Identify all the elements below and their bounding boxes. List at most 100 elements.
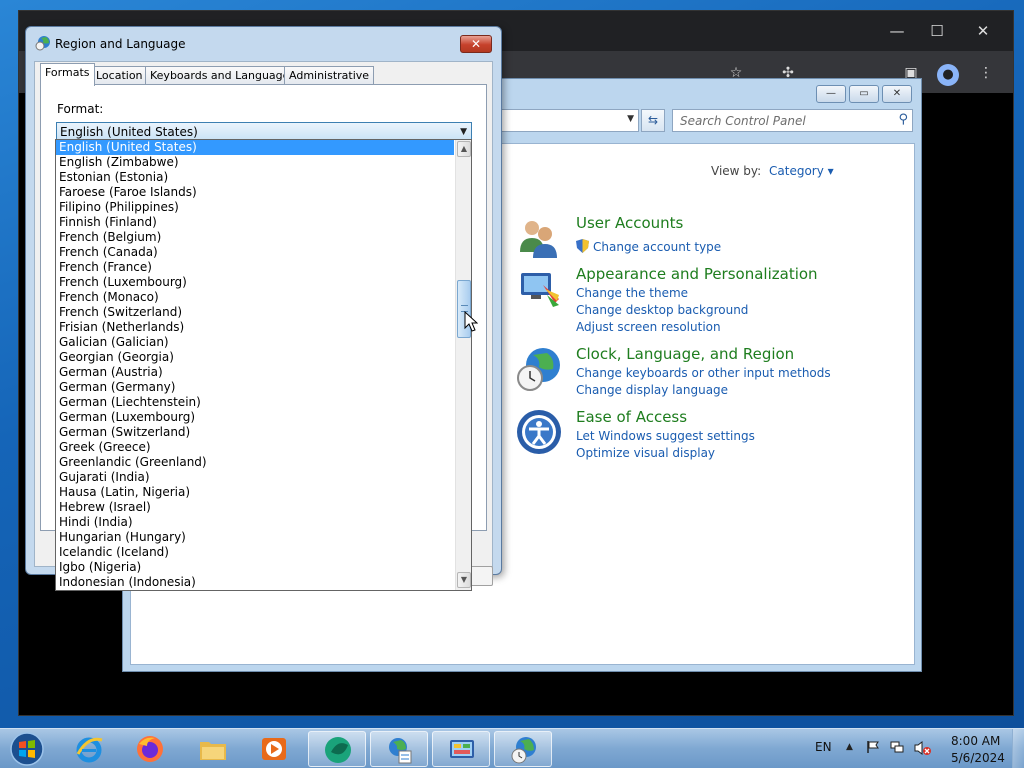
dropdown-item[interactable]: Hausa (Latin, Nigeria) bbox=[56, 485, 454, 500]
show-desktop-button[interactable] bbox=[1012, 729, 1024, 768]
dropdown-item[interactable]: Greek (Greece) bbox=[56, 440, 454, 455]
show-hidden-icons-icon[interactable]: ▲ bbox=[846, 742, 853, 752]
dropdown-item[interactable]: German (Germany) bbox=[56, 380, 454, 395]
user-accounts-icon bbox=[520, 221, 557, 258]
dropdown-item[interactable]: Hindi (India) bbox=[56, 515, 454, 530]
dialog-title: Region and Language bbox=[55, 37, 186, 51]
dropdown-item[interactable]: Estonian (Estonia) bbox=[56, 170, 454, 185]
chevron-down-icon[interactable]: ▼ bbox=[627, 114, 634, 124]
action-center-flag-icon[interactable] bbox=[866, 740, 880, 754]
tab-administrative[interactable]: Administrative bbox=[284, 66, 375, 85]
maximize-icon[interactable]: ☐ bbox=[923, 19, 951, 43]
network-icon[interactable] bbox=[890, 740, 904, 754]
dropdown-item[interactable]: German (Austria) bbox=[56, 365, 454, 380]
refresh-button[interactable]: ⇆ bbox=[641, 109, 665, 132]
tab-formats[interactable]: Formats bbox=[40, 63, 95, 86]
dropdown-item[interactable]: Icelandic (Iceland) bbox=[56, 545, 454, 560]
dialog-close-button[interactable]: ✕ bbox=[460, 35, 492, 53]
clock-time[interactable]: 8:00 AM bbox=[951, 734, 1000, 748]
appearance-title[interactable]: Appearance and Personalization bbox=[576, 265, 818, 283]
taskbar-media-player[interactable] bbox=[245, 731, 303, 767]
dropdown-item[interactable]: French (France) bbox=[56, 260, 454, 275]
cp-minimize-button[interactable]: — bbox=[816, 85, 846, 103]
folder-icon bbox=[200, 742, 226, 760]
link-change-display-language[interactable]: Change display language bbox=[576, 383, 728, 397]
ease-of-access-title[interactable]: Ease of Access bbox=[576, 408, 687, 426]
dropdown-item[interactable]: Igbo (Nigeria) bbox=[56, 560, 454, 575]
scroll-down-arrow-icon[interactable]: ▼ bbox=[457, 572, 471, 588]
format-label: Format: bbox=[57, 102, 104, 116]
uac-shield-icon bbox=[576, 239, 589, 253]
tab-keyboards-languages[interactable]: Keyboards and Languages bbox=[145, 66, 301, 85]
user-accounts-title[interactable]: User Accounts bbox=[576, 214, 683, 232]
clock-date[interactable]: 5/6/2024 bbox=[951, 751, 1005, 765]
control-panel-icon bbox=[450, 740, 474, 758]
dropdown-item[interactable]: French (Luxembourg) bbox=[56, 275, 454, 290]
dropdown-item[interactable]: Georgian (Georgia) bbox=[56, 350, 454, 365]
menu-kebab-icon[interactable]: ⋮ bbox=[974, 61, 998, 85]
cp-maximize-button[interactable]: ▭ bbox=[849, 85, 879, 103]
dropdown-item[interactable]: Filipino (Philippines) bbox=[56, 200, 454, 215]
dropdown-item[interactable]: Frisian (Netherlands) bbox=[56, 320, 454, 335]
mouse-pointer-icon bbox=[464, 311, 478, 332]
dropdown-item[interactable]: Greenlandic (Greenland) bbox=[56, 455, 454, 470]
search-icon[interactable]: ⚲ bbox=[898, 112, 908, 127]
dropdown-item[interactable]: German (Switzerland) bbox=[56, 425, 454, 440]
link-optimize-visual-display[interactable]: Optimize visual display bbox=[576, 446, 715, 460]
media-player-icon bbox=[262, 738, 286, 760]
address-bar[interactable]: ▼ bbox=[501, 109, 639, 132]
dropdown-item[interactable]: French (Canada) bbox=[56, 245, 454, 260]
language-indicator[interactable]: EN bbox=[815, 740, 832, 754]
dropdown-item[interactable]: Hebrew (Israel) bbox=[56, 500, 454, 515]
taskbar-region-language[interactable] bbox=[494, 731, 552, 767]
dropdown-item[interactable]: Indonesian (Indonesia) bbox=[56, 575, 454, 590]
appearance-icon bbox=[521, 273, 559, 307]
link-adjust-screen-resolution[interactable]: Adjust screen resolution bbox=[576, 320, 721, 334]
dropdown-item[interactable]: English (United States) bbox=[56, 140, 454, 155]
view-by-dropdown[interactable]: Category ▾ bbox=[769, 164, 834, 178]
globe-clock-icon bbox=[511, 737, 536, 764]
dropdown-item[interactable]: French (Switzerland) bbox=[56, 305, 454, 320]
link-let-windows-suggest[interactable]: Let Windows suggest settings bbox=[576, 429, 755, 443]
globe-clock-icon bbox=[35, 36, 50, 51]
link-change-account-type[interactable]: Change account type bbox=[593, 240, 721, 254]
dropdown-item[interactable]: German (Liechtenstein) bbox=[56, 395, 454, 410]
dropdown-item[interactable]: French (Belgium) bbox=[56, 230, 454, 245]
volume-muted-icon[interactable] bbox=[914, 740, 932, 756]
ease-of-access-icon bbox=[517, 410, 561, 454]
link-change-theme[interactable]: Change the theme bbox=[576, 286, 688, 300]
firefox-icon bbox=[137, 736, 163, 762]
search-box[interactable]: ⚲ bbox=[672, 109, 913, 132]
profile-avatar-icon[interactable]: ● bbox=[937, 64, 959, 86]
taskbar-region-task[interactable] bbox=[370, 731, 428, 767]
taskbar-internet-explorer[interactable] bbox=[60, 731, 118, 767]
minimize-icon[interactable]: — bbox=[883, 19, 911, 43]
start-button-icon[interactable] bbox=[6, 730, 48, 768]
dropdown-scrollbar[interactable]: ▲ ▼ bbox=[455, 140, 471, 590]
globe-checklist-icon bbox=[389, 738, 412, 764]
tab-location[interactable]: Location bbox=[91, 66, 148, 85]
taskbar-explorer[interactable] bbox=[184, 731, 242, 767]
scroll-up-arrow-icon[interactable]: ▲ bbox=[457, 141, 471, 157]
taskbar-firefox[interactable] bbox=[121, 731, 179, 767]
search-input[interactable] bbox=[673, 110, 883, 131]
format-select-value: English (United States) bbox=[60, 125, 198, 139]
dropdown-item[interactable]: Finnish (Finland) bbox=[56, 215, 454, 230]
view-by-label: View by: bbox=[711, 164, 762, 178]
dropdown-item[interactable]: Hungarian (Hungary) bbox=[56, 530, 454, 545]
dropdown-item[interactable]: Gujarati (India) bbox=[56, 470, 454, 485]
dropdown-item[interactable]: English (Zimbabwe) bbox=[56, 155, 454, 170]
cp-close-button[interactable]: ✕ bbox=[882, 85, 912, 103]
close-icon[interactable]: ✕ bbox=[969, 19, 997, 43]
format-dropdown-list[interactable]: English (United States) English (Zimbabwe… bbox=[55, 139, 472, 591]
dropdown-item[interactable]: German (Luxembourg) bbox=[56, 410, 454, 425]
browser-app-icon bbox=[325, 737, 351, 763]
clock-language-region-title[interactable]: Clock, Language, and Region bbox=[576, 345, 794, 363]
taskbar-control-panel[interactable] bbox=[432, 731, 490, 767]
link-change-keyboards[interactable]: Change keyboards or other input methods bbox=[576, 366, 831, 380]
taskbar-chrome-like-app[interactable] bbox=[308, 731, 366, 767]
link-change-desktop-background[interactable]: Change desktop background bbox=[576, 303, 748, 317]
dropdown-item[interactable]: Faroese (Faroe Islands) bbox=[56, 185, 454, 200]
dropdown-item[interactable]: French (Monaco) bbox=[56, 290, 454, 305]
dropdown-item[interactable]: Galician (Galician) bbox=[56, 335, 454, 350]
